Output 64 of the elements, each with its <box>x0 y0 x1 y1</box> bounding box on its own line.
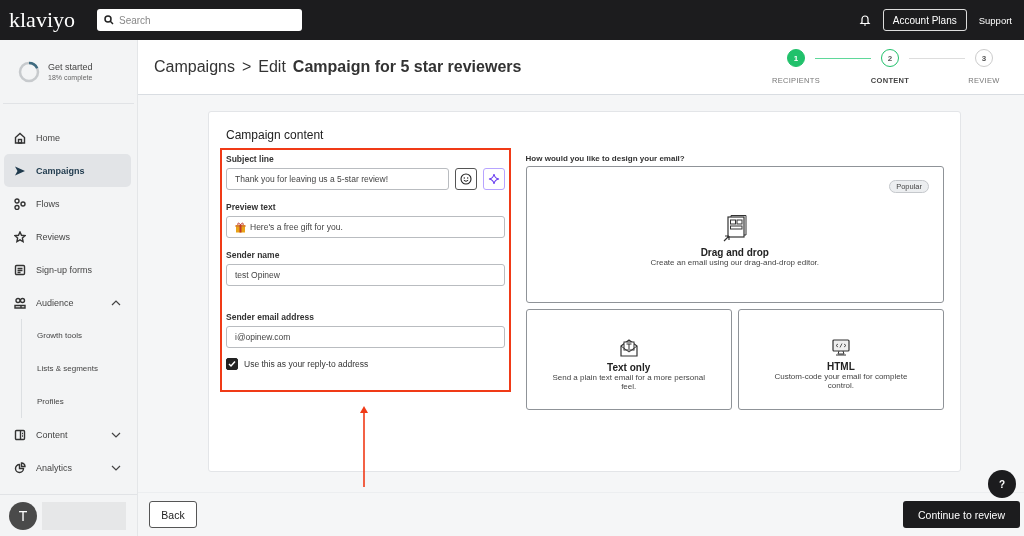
home-icon <box>14 131 26 144</box>
monitor-code-icon <box>830 338 851 357</box>
step-number[interactable]: 2 <box>881 49 899 67</box>
design-question: How would you like to design your email? <box>525 154 686 163</box>
account-plans-button[interactable]: Account Plans <box>882 9 967 31</box>
campaign-name: Campaign for 5 star reviewers <box>292 58 522 76</box>
nav-item[interactable]: Flows <box>4 187 131 220</box>
emoji-button[interactable] <box>454 168 477 190</box>
option-title: Text only <box>607 361 651 373</box>
people-icon <box>14 296 26 309</box>
pie-chart-icon <box>14 461 26 474</box>
ai-assist-button[interactable] <box>482 168 505 190</box>
get-started-title[interactable]: Get started <box>48 62 93 72</box>
form-icon <box>14 263 26 276</box>
nav-item[interactable]: Home <box>4 121 131 154</box>
reply-to-checkbox[interactable] <box>226 358 238 370</box>
envelope-icon <box>618 337 639 358</box>
flows-icon <box>14 197 26 210</box>
option-title: Drag and drop <box>700 247 769 259</box>
back-button[interactable]: Back <box>149 501 197 528</box>
card-title: Campaign content <box>226 128 325 142</box>
send-icon <box>14 164 26 177</box>
field-label: Preview text <box>226 202 277 212</box>
field-label: Sender email address <box>226 312 315 322</box>
nav-item[interactable]: Sign-up forms <box>4 253 131 286</box>
option-description: Custom-code your email for complete control. <box>773 371 909 391</box>
nav-item[interactable]: Campaigns <box>4 154 131 187</box>
nav-item[interactable]: Analytics <box>4 451 131 484</box>
drag-drop-editor-icon <box>721 215 748 244</box>
document-icon <box>14 428 26 441</box>
sparkle-icon <box>487 173 500 185</box>
notification-bell-icon[interactable] <box>858 14 871 26</box>
search-icon <box>104 15 114 25</box>
input-field[interactable]: test Opinew <box>226 264 505 286</box>
search-field[interactable]: Search <box>97 9 302 31</box>
design-option-card[interactable]: Text only Send a plain text email for a more personal feel. <box>525 309 732 410</box>
gift-icon <box>235 221 246 233</box>
option-title: HTML <box>827 360 855 372</box>
edit-label: Edit <box>258 58 286 76</box>
nav-item[interactable]: Audience <box>4 286 131 319</box>
input-field[interactable]: Here's a free gift for you. <box>226 216 505 238</box>
continue-button[interactable]: Continue to review <box>903 501 1020 528</box>
nav-subitem[interactable]: Lists & segments <box>22 352 137 385</box>
step-number[interactable]: 3 <box>975 49 993 67</box>
option-description: Send a plain text email for a more personal feel. <box>551 372 706 392</box>
nav-subitem[interactable]: Growth tools <box>22 319 137 352</box>
help-button[interactable]: ? <box>988 470 1016 498</box>
design-option-card[interactable]: HTML Custom-code your email for complete control. <box>737 309 944 410</box>
nav-item[interactable]: Content <box>4 418 131 451</box>
breadcrumb-separator: > <box>241 58 252 76</box>
input-field[interactable]: Thank you for leaving us a 5-star review! <box>226 168 449 190</box>
star-icon <box>14 230 26 243</box>
klaviyo-logo[interactable]: klaviyo <box>9 7 85 33</box>
field-label: Sender name <box>226 250 281 260</box>
nav-item[interactable]: Reviews <box>4 220 131 253</box>
smiley-icon <box>459 173 472 185</box>
input-field[interactable]: i@opinew.com <box>226 326 505 348</box>
breadcrumb-link[interactable]: Campaigns <box>154 58 235 76</box>
field-label: Subject line <box>226 154 275 164</box>
nav-subitem[interactable]: Profiles <box>22 385 137 418</box>
user-avatar[interactable]: T <box>9 501 37 530</box>
option-description: Create an email using our drag-and-drop editor. <box>650 258 820 268</box>
support-link[interactable]: Support <box>978 14 1012 26</box>
checkbox-label: Use this as your reply-to address <box>244 359 369 369</box>
